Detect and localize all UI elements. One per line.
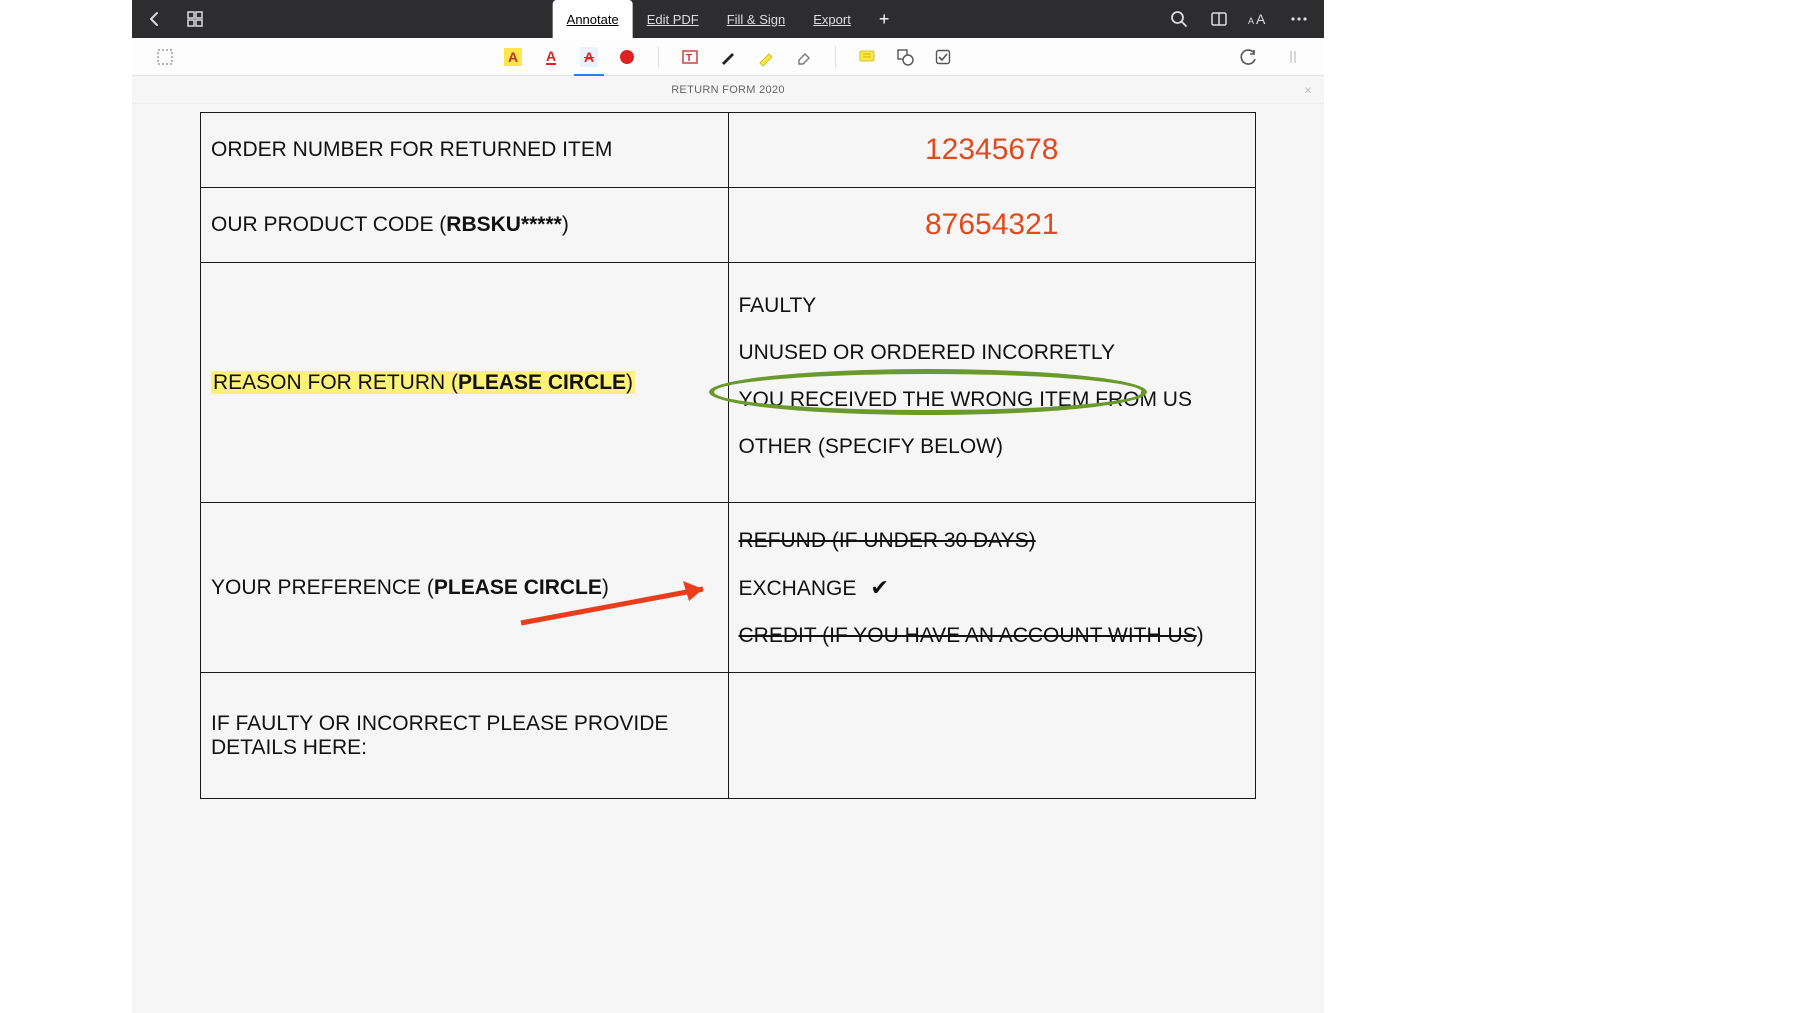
details-label: IF FAULTY OR INCORRECT PLEASE PROVIDE DE…	[201, 692, 728, 780]
top-toolbar: Annotate Edit PDF Fill & Sign Export + A…	[132, 0, 1324, 38]
marker-tool-icon[interactable]	[749, 40, 783, 74]
svg-text:A: A	[1248, 16, 1254, 26]
preference-label: YOUR PREFERENCE (PLEASE CIRCLE)	[201, 556, 728, 620]
underline-tool-icon[interactable]: A	[534, 40, 568, 74]
tab-fill-sign[interactable]: Fill & Sign	[713, 0, 800, 38]
details-value	[729, 716, 1256, 756]
tab-export[interactable]: Export	[799, 0, 865, 38]
reason-option-wrong-item: YOU RECEIVED THE WRONG ITEM FROM US	[739, 389, 1246, 410]
text-size-icon[interactable]: AA	[1248, 8, 1270, 30]
tab-annotate[interactable]: Annotate	[553, 0, 633, 38]
highlight-tool-icon[interactable]: A	[496, 40, 530, 74]
mode-tabs: Annotate Edit PDF Fill & Sign Export +	[553, 0, 904, 38]
toolbar-divider	[835, 46, 836, 68]
document-title-bar: RETURN FORM 2020 ×	[132, 76, 1324, 104]
order-number-value: 12345678	[739, 133, 1246, 167]
reason-options: FAULTY UNUSED OR ORDERED INCORRETLY YOU …	[729, 267, 1256, 499]
pen-tool-icon[interactable]	[711, 40, 745, 74]
note-tool-icon[interactable]	[850, 40, 884, 74]
checkmark-annotation[interactable]: ✔	[870, 575, 888, 600]
preference-option-credit: CREDIT (IF YOU HAVE AN ACCOUNT WITH US)	[739, 625, 1246, 646]
document-page: ORDER NUMBER FOR RETURNED ITEM 12345678 …	[200, 112, 1256, 799]
reason-option-unused: UNUSED OR ORDERED INCORRETLY	[739, 342, 1246, 363]
redo-icon[interactable]	[1276, 40, 1310, 74]
book-icon[interactable]	[1208, 8, 1230, 30]
more-icon[interactable]	[1288, 8, 1310, 30]
tab-edit-pdf[interactable]: Edit PDF	[633, 0, 713, 38]
grid-view-icon[interactable]	[184, 8, 206, 30]
search-icon[interactable]	[1168, 8, 1190, 30]
reason-option-faulty: FAULTY	[739, 295, 1246, 316]
document-viewport[interactable]: ORDER NUMBER FOR RETURNED ITEM 12345678 …	[132, 104, 1324, 1013]
shape-tool-icon[interactable]	[888, 40, 922, 74]
eraser-tool-icon[interactable]	[787, 40, 821, 74]
close-document-icon[interactable]: ×	[1304, 82, 1312, 97]
stamp-tool-icon[interactable]	[926, 40, 960, 74]
textbox-tool-icon[interactable]: T	[673, 40, 707, 74]
tab-add[interactable]: +	[865, 0, 904, 38]
selection-tool-icon[interactable]	[148, 40, 182, 74]
return-form-table: ORDER NUMBER FOR RETURNED ITEM 12345678 …	[200, 112, 1256, 799]
strikethrough-tool-icon[interactable]: A	[572, 40, 606, 74]
product-code-label: OUR PRODUCT CODE (RBSKU*****)	[201, 193, 728, 257]
svg-text:A: A	[1256, 11, 1266, 27]
preference-option-refund: REFUND (IF UNDER 30 DAYS)	[739, 530, 1246, 551]
document-title: RETURN FORM 2020	[671, 84, 785, 96]
svg-text:T: T	[686, 53, 692, 64]
preference-options: REFUND (IF UNDER 30 DAYS) EXCHANGE✔ CRED…	[729, 506, 1256, 670]
back-button[interactable]	[144, 8, 166, 30]
color-dot-tool-icon[interactable]	[610, 40, 644, 74]
reason-option-other: OTHER (SPECIFY BELOW)	[739, 436, 1246, 457]
annotate-toolbar: A A A T	[132, 38, 1324, 76]
product-code-value: 87654321	[739, 208, 1246, 242]
order-number-label: ORDER NUMBER FOR RETURNED ITEM	[201, 118, 728, 182]
preference-option-exchange: EXCHANGE✔	[739, 577, 1246, 599]
reason-label: REASON FOR RETURN (PLEASE CIRCLE)	[201, 351, 728, 415]
undo-icon[interactable]	[1232, 40, 1266, 74]
toolbar-divider	[658, 46, 659, 68]
